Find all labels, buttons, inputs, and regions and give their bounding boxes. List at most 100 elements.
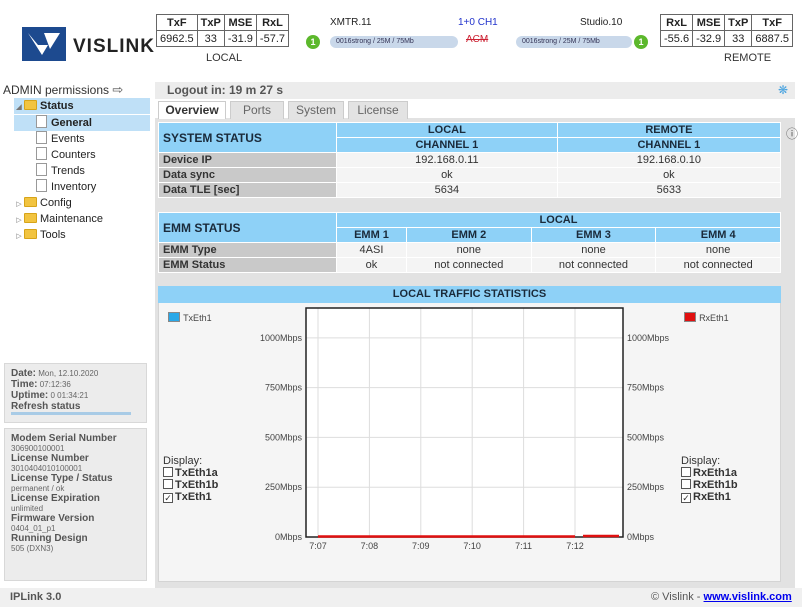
footer-copyright: © Vislink - www.vislink.com — [651, 588, 792, 607]
page-icon — [36, 147, 47, 160]
date-value: Mon, 12.10.2020 — [38, 369, 99, 378]
time-label: Time: — [11, 379, 38, 390]
display-right-option-label: RxEth1 — [693, 491, 731, 503]
tree-item-counters-label: Counters — [51, 149, 96, 161]
remote-device-ip: 192.168.0.10 — [556, 152, 782, 168]
refresh-status-button[interactable]: Refresh status — [11, 401, 131, 415]
device-info-panel: Modem Serial Number 306900100001 License… — [4, 428, 147, 581]
datetime-panel: Date: Mon, 12.10.2020 Time: 07:12:36 Upt… — [4, 363, 147, 423]
info-icon[interactable]: ⓘ — [786, 125, 798, 142]
display-left-list: TxEth1a TxEth1b ✓ TxEth1 — [163, 467, 218, 503]
display-right-list: RxEth1a RxEth1b ✓ RxEth1 — [681, 467, 738, 503]
settings-gear-icon[interactable]: ❋ — [778, 83, 788, 97]
checkbox-icon[interactable]: ✓ — [163, 493, 173, 503]
tree-item-tools-label: Tools — [40, 229, 66, 241]
local-device-ip: 192.168.0.11 — [336, 152, 558, 168]
local-head: LOCAL — [336, 122, 558, 138]
left-channel-badge: 1 — [306, 35, 320, 49]
tree-item-status[interactable]: ◢ Status — [14, 98, 150, 114]
emm1-head: EMM 1 — [336, 227, 407, 243]
collapsed-arrow-icon[interactable]: ▷ — [14, 229, 24, 245]
display-right-option-label: RxEth1a — [693, 467, 738, 479]
date-label: Date: — [11, 368, 37, 379]
checkbox-icon[interactable] — [681, 467, 691, 477]
data-tle-label: Data TLE [sec] — [158, 182, 337, 198]
tree-item-events[interactable]: Events — [14, 131, 150, 147]
emm1-type: 4ASI — [336, 242, 407, 258]
x-tick-label: 7:12 — [566, 541, 584, 551]
folder-icon — [24, 229, 37, 239]
logout-icon[interactable]: ⇨ — [112, 82, 123, 97]
display-left: Display: TxEth1a TxEth1b ✓ TxEth1 — [163, 455, 218, 503]
page-icon — [36, 179, 47, 192]
local-data-tle: 5634 — [336, 182, 558, 198]
y-tick-label-left: 250Mbps — [265, 482, 303, 492]
remote-data-sync: ok — [556, 167, 782, 183]
display-left-option[interactable]: ✓ TxEth1 — [163, 491, 218, 503]
tree-item-counters[interactable]: Counters — [14, 147, 150, 163]
display-left-option-label: TxEth1b — [175, 479, 219, 491]
tree-item-trends[interactable]: Trends — [14, 163, 150, 179]
emm2-head: EMM 2 — [405, 227, 532, 243]
tree-item-general[interactable]: General — [14, 115, 150, 131]
emm-status-table: EMM STATUS LOCAL EMM 1 EMM 2 EMM 3 EMM 4 EMM… — [158, 212, 781, 273]
display-left-option[interactable]: TxEth1a — [163, 467, 218, 479]
display-left-option[interactable]: TxEth1b — [163, 479, 218, 491]
y-tick-label-left: 750Mbps — [265, 383, 303, 393]
checkbox-icon[interactable] — [163, 467, 173, 477]
nav-tree: ◢ Status General Events Counters Trends I… — [14, 98, 150, 243]
expanded-arrow-icon[interactable]: ◢ — [14, 100, 24, 116]
display-right-option[interactable]: RxEth1a — [681, 467, 738, 479]
tree-item-tools[interactable]: ▷ Tools — [14, 227, 150, 243]
display-right-option[interactable]: ✓ RxEth1 — [681, 491, 738, 503]
right-link-bar: 0016strong / 25M / 75Mb — [516, 36, 632, 48]
tab-system[interactable]: System — [288, 101, 344, 119]
emm3-status: not connected — [530, 257, 657, 273]
tab-ports[interactable]: Ports — [230, 101, 284, 119]
footer-version: IPLink 3.0 — [10, 591, 62, 603]
local-data-sync: ok — [336, 167, 558, 183]
running-design-label: Running Design — [11, 533, 88, 544]
tree-item-inventory[interactable]: Inventory — [14, 179, 150, 195]
tree-item-maintenance[interactable]: ▷ Maintenance — [14, 211, 150, 227]
checkbox-icon[interactable] — [163, 479, 173, 489]
local-txf-header: TxF — [156, 14, 198, 31]
emm4-status: not connected — [655, 257, 781, 273]
x-tick-label: 7:11 — [515, 541, 532, 551]
link-right-name: Studio.10 — [580, 17, 623, 28]
display-right: Display: RxEth1a RxEth1b ✓ RxEth1 — [681, 455, 738, 503]
vislink-logo: VISLINK — [15, 24, 155, 64]
traffic-chart: 1000Mbps 1000Mbps 750Mbps 750Mbps 500Mbps 500… — [260, 307, 670, 551]
tree-item-trends-label: Trends — [51, 165, 85, 177]
local-rxl-value: -57.7 — [255, 30, 290, 47]
tree-item-inventory-label: Inventory — [51, 181, 97, 193]
checkbox-icon[interactable] — [681, 479, 691, 489]
local-mse-header: MSE — [223, 14, 257, 31]
emm3-head: EMM 3 — [530, 227, 657, 243]
remote-mse-header: MSE — [692, 14, 726, 31]
tree-item-general-label: General — [51, 117, 92, 129]
vislink-website-link[interactable]: www.vislink.com — [704, 591, 792, 603]
checkbox-icon[interactable]: ✓ — [681, 493, 691, 503]
page-icon — [36, 115, 47, 128]
local-metrics-table: TxF TxP MSE RxL 6962.5 33 -31.9 -57.7 — [156, 14, 290, 47]
y-tick-label-right: 500Mbps — [627, 432, 665, 442]
device-ip-label: Device IP — [158, 152, 337, 168]
tree-item-config-label: Config — [40, 197, 72, 209]
display-right-option[interactable]: RxEth1b — [681, 479, 738, 491]
footer: IPLink 3.0 © Vislink - www.vislink.com — [0, 588, 802, 607]
tab-overview[interactable]: Overview — [158, 101, 226, 119]
tree-item-config[interactable]: ▷ Config — [14, 195, 150, 211]
local-txp-value: 33 — [196, 30, 225, 47]
page-icon — [36, 163, 47, 176]
system-status-title: SYSTEM STATUS — [158, 122, 337, 153]
tab-license[interactable]: License — [348, 101, 408, 119]
remote-metrics-table: RxL MSE TxP TxF -55.6 -32.9 33 6887.5 — [659, 14, 793, 47]
emm-status-title: EMM STATUS — [158, 212, 337, 243]
left-link-bar: 0016strong / 25M / 75Mb — [330, 36, 458, 48]
tree-item-events-label: Events — [51, 133, 85, 145]
remote-head: REMOTE — [556, 122, 782, 138]
display-left-label: Display: — [163, 455, 203, 467]
x-tick-label: 7:07 — [309, 541, 327, 551]
remote-txf-value: 6887.5 — [751, 30, 793, 47]
